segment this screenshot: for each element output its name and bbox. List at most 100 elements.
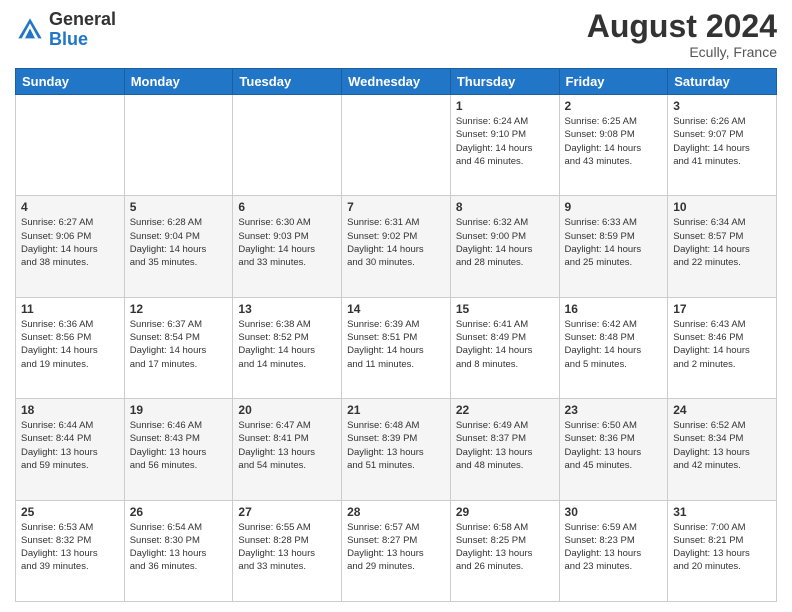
day-info: Sunrise: 6:30 AM Sunset: 9:03 PM Dayligh… [238, 216, 336, 269]
calendar-cell: 18 Sunrise: 6:44 AM Sunset: 8:44 PM Dayli… [16, 399, 125, 500]
calendar-week-row: 25Sunrise: 6:53 AM Sunset: 8:32 PM Dayli… [16, 500, 777, 601]
day-number: 2 [565, 99, 663, 113]
calendar-cell: 12 Sunrise: 6:37 AM Sunset: 8:54 PM Dayli… [124, 297, 233, 398]
calendar-cell: 14 Sunrise: 6:39 AM Sunset: 8:51 PM Dayli… [342, 297, 451, 398]
day-info: Sunrise: 6:37 AM Sunset: 8:54 PM Dayligh… [130, 318, 228, 371]
day-info: Sunrise: 6:55 AM Sunset: 8:28 PM Dayligh… [238, 521, 336, 574]
logo-blue-text: Blue [49, 29, 88, 49]
day-number: 4 [21, 200, 119, 214]
calendar-header-row: SundayMondayTuesdayWednesdayThursdayFrid… [16, 69, 777, 95]
day-info: Sunrise: 6:46 AM Sunset: 8:43 PM Dayligh… [130, 419, 228, 472]
calendar-cell: 11 Sunrise: 6:36 AM Sunset: 8:56 PM Dayli… [16, 297, 125, 398]
calendar-cell [124, 95, 233, 196]
calendar-cell: 10 Sunrise: 6:34 AM Sunset: 8:57 PM Dayli… [668, 196, 777, 297]
day-number: 24 [673, 403, 771, 417]
header: General Blue August 2024 Ecully, France [15, 10, 777, 60]
day-info: Sunrise: 6:43 AM Sunset: 8:46 PM Dayligh… [673, 318, 771, 371]
calendar-cell: 26Sunrise: 6:54 AM Sunset: 8:30 PM Dayli… [124, 500, 233, 601]
day-info: Sunrise: 6:39 AM Sunset: 8:51 PM Dayligh… [347, 318, 445, 371]
day-info: Sunrise: 6:47 AM Sunset: 8:41 PM Dayligh… [238, 419, 336, 472]
day-info: Sunrise: 6:48 AM Sunset: 8:39 PM Dayligh… [347, 419, 445, 472]
day-number: 14 [347, 302, 445, 316]
calendar-cell: 16 Sunrise: 6:42 AM Sunset: 8:48 PM Dayli… [559, 297, 668, 398]
day-info: Sunrise: 6:26 AM Sunset: 9:07 PM Dayligh… [673, 115, 771, 168]
day-info: Sunrise: 6:58 AM Sunset: 8:25 PM Dayligh… [456, 521, 554, 574]
calendar-cell: 22Sunrise: 6:49 AM Sunset: 8:37 PM Dayli… [450, 399, 559, 500]
day-number: 28 [347, 505, 445, 519]
month-year: August 2024 [587, 10, 777, 42]
calendar-cell: 21 Sunrise: 6:48 AM Sunset: 8:39 PM Dayli… [342, 399, 451, 500]
calendar-cell: 24 Sunrise: 6:52 AM Sunset: 8:34 PM Dayli… [668, 399, 777, 500]
day-info: Sunrise: 6:59 AM Sunset: 8:23 PM Dayligh… [565, 521, 663, 574]
day-number: 30 [565, 505, 663, 519]
logo-icon [15, 15, 45, 45]
day-info: Sunrise: 6:25 AM Sunset: 9:08 PM Dayligh… [565, 115, 663, 168]
calendar-cell: 25Sunrise: 6:53 AM Sunset: 8:32 PM Dayli… [16, 500, 125, 601]
day-number: 16 [565, 302, 663, 316]
day-header-thursday: Thursday [450, 69, 559, 95]
calendar-cell: 28Sunrise: 6:57 AM Sunset: 8:27 PM Dayli… [342, 500, 451, 601]
calendar-week-row: 1 Sunrise: 6:24 AM Sunset: 9:10 PM Daylig… [16, 95, 777, 196]
day-number: 5 [130, 200, 228, 214]
day-number: 31 [673, 505, 771, 519]
calendar-cell: 27 Sunrise: 6:55 AM Sunset: 8:28 PM Dayli… [233, 500, 342, 601]
day-info: Sunrise: 6:36 AM Sunset: 8:56 PM Dayligh… [21, 318, 119, 371]
day-info: Sunrise: 6:31 AM Sunset: 9:02 PM Dayligh… [347, 216, 445, 269]
day-number: 10 [673, 200, 771, 214]
day-number: 11 [21, 302, 119, 316]
calendar-cell: 6Sunrise: 6:30 AM Sunset: 9:03 PM Daylig… [233, 196, 342, 297]
title-section: August 2024 Ecully, France [587, 10, 777, 60]
day-number: 22 [456, 403, 554, 417]
calendar-cell: 13Sunrise: 6:38 AM Sunset: 8:52 PM Dayli… [233, 297, 342, 398]
day-header-saturday: Saturday [668, 69, 777, 95]
page: General Blue August 2024 Ecully, France … [0, 0, 792, 612]
calendar-week-row: 11 Sunrise: 6:36 AM Sunset: 8:56 PM Dayli… [16, 297, 777, 398]
day-number: 9 [565, 200, 663, 214]
calendar-cell: 9 Sunrise: 6:33 AM Sunset: 8:59 PM Daylig… [559, 196, 668, 297]
calendar-cell: 19Sunrise: 6:46 AM Sunset: 8:43 PM Dayli… [124, 399, 233, 500]
calendar-cell: 30 Sunrise: 6:59 AM Sunset: 8:23 PM Dayli… [559, 500, 668, 601]
day-info: Sunrise: 6:27 AM Sunset: 9:06 PM Dayligh… [21, 216, 119, 269]
location: Ecully, France [587, 44, 777, 60]
day-header-sunday: Sunday [16, 69, 125, 95]
day-number: 13 [238, 302, 336, 316]
day-number: 29 [456, 505, 554, 519]
day-info: Sunrise: 6:34 AM Sunset: 8:57 PM Dayligh… [673, 216, 771, 269]
calendar-cell: 5 Sunrise: 6:28 AM Sunset: 9:04 PM Daylig… [124, 196, 233, 297]
day-info: Sunrise: 6:52 AM Sunset: 8:34 PM Dayligh… [673, 419, 771, 472]
day-number: 20 [238, 403, 336, 417]
day-info: Sunrise: 7:00 AM Sunset: 8:21 PM Dayligh… [673, 521, 771, 574]
day-header-friday: Friday [559, 69, 668, 95]
calendar-cell: 15Sunrise: 6:41 AM Sunset: 8:49 PM Dayli… [450, 297, 559, 398]
logo-general-text: General [49, 9, 116, 29]
calendar-cell: 20 Sunrise: 6:47 AM Sunset: 8:41 PM Dayli… [233, 399, 342, 500]
calendar-cell [342, 95, 451, 196]
day-info: Sunrise: 6:24 AM Sunset: 9:10 PM Dayligh… [456, 115, 554, 168]
calendar-cell: 17 Sunrise: 6:43 AM Sunset: 8:46 PM Dayli… [668, 297, 777, 398]
day-header-tuesday: Tuesday [233, 69, 342, 95]
day-number: 8 [456, 200, 554, 214]
day-info: Sunrise: 6:44 AM Sunset: 8:44 PM Dayligh… [21, 419, 119, 472]
logo: General Blue [15, 10, 116, 50]
day-number: 15 [456, 302, 554, 316]
day-number: 18 [21, 403, 119, 417]
calendar-table: SundayMondayTuesdayWednesdayThursdayFrid… [15, 68, 777, 602]
day-number: 12 [130, 302, 228, 316]
day-info: Sunrise: 6:33 AM Sunset: 8:59 PM Dayligh… [565, 216, 663, 269]
day-number: 17 [673, 302, 771, 316]
day-number: 27 [238, 505, 336, 519]
calendar-cell: 31 Sunrise: 7:00 AM Sunset: 8:21 PM Dayli… [668, 500, 777, 601]
calendar-cell: 4 Sunrise: 6:27 AM Sunset: 9:06 PM Daylig… [16, 196, 125, 297]
day-info: Sunrise: 6:53 AM Sunset: 8:32 PM Dayligh… [21, 521, 119, 574]
day-number: 7 [347, 200, 445, 214]
day-info: Sunrise: 6:42 AM Sunset: 8:48 PM Dayligh… [565, 318, 663, 371]
day-number: 1 [456, 99, 554, 113]
calendar-cell: 8Sunrise: 6:32 AM Sunset: 9:00 PM Daylig… [450, 196, 559, 297]
day-info: Sunrise: 6:54 AM Sunset: 8:30 PM Dayligh… [130, 521, 228, 574]
day-number: 21 [347, 403, 445, 417]
day-info: Sunrise: 6:50 AM Sunset: 8:36 PM Dayligh… [565, 419, 663, 472]
calendar-cell: 29 Sunrise: 6:58 AM Sunset: 8:25 PM Dayli… [450, 500, 559, 601]
calendar-cell: 2 Sunrise: 6:25 AM Sunset: 9:08 PM Daylig… [559, 95, 668, 196]
calendar-cell: 1 Sunrise: 6:24 AM Sunset: 9:10 PM Daylig… [450, 95, 559, 196]
day-info: Sunrise: 6:28 AM Sunset: 9:04 PM Dayligh… [130, 216, 228, 269]
